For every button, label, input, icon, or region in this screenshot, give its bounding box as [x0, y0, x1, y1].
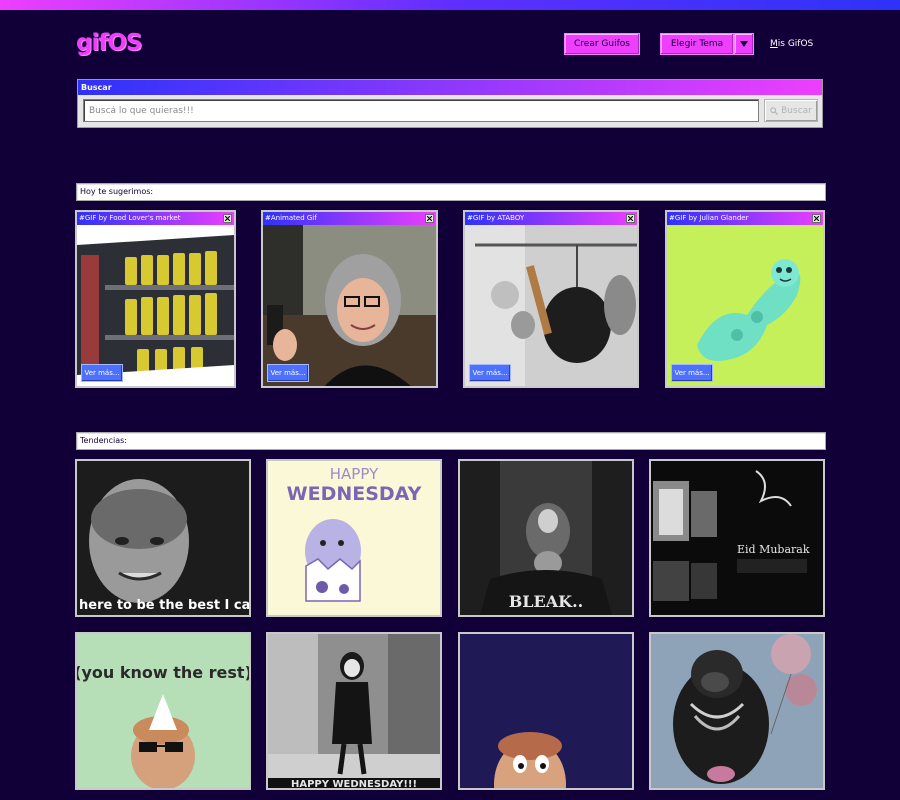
see-more-button[interactable]: Ver más... [671, 364, 713, 382]
top-gradient-bar [0, 0, 900, 10]
card-title: #GIF by Food Lover's market [77, 212, 234, 225]
suggestion-card: #GIF by ATABOY Ver más... [463, 210, 639, 388]
suggestions-title: Hoy te sugerimos: [76, 183, 826, 201]
tile-caption: here to be the best I ca [79, 598, 249, 613]
card-title-text: #GIF by ATABOY [467, 214, 525, 222]
suggestion-card: #GIF by Julian Glander Ver más... [665, 210, 825, 388]
gif-image-graphic [77, 225, 234, 386]
close-icon [427, 216, 432, 221]
trending-gif-graphic: (you know the rest) [77, 634, 249, 788]
trending-gif[interactable]: (you know the rest) [75, 632, 251, 790]
see-more-button[interactable]: Ver más... [267, 364, 309, 382]
see-more-button[interactable]: Ver más... [469, 364, 511, 382]
gif-image[interactable] [77, 225, 234, 386]
gifos-logo[interactable]: gifOS [76, 30, 142, 56]
close-icon [225, 216, 230, 221]
theme-dropdown-button[interactable] [734, 33, 754, 55]
chevron-down-icon [740, 41, 748, 47]
close-icon [814, 216, 819, 221]
trending-gif-graphic: HAPPY WEDNESDAY [268, 461, 440, 615]
close-button[interactable] [425, 214, 434, 223]
tile-caption: Eid Mubarak [737, 543, 810, 556]
suggestion-card: #GIF by Food Lover's market Ver más... [75, 210, 236, 388]
trending-gif-graphic: BLEAK.. [460, 461, 632, 615]
close-button[interactable] [626, 214, 635, 223]
gif-image[interactable] [667, 225, 823, 386]
trending-gif-graphic: here to be the best I ca [77, 461, 249, 615]
search-panel-title: Buscar [78, 80, 822, 95]
create-gifos-button[interactable]: Crear Guifos [564, 33, 640, 55]
trending-gif[interactable]: here to be the best I ca [75, 459, 251, 617]
search-button-label: Buscar [781, 105, 812, 116]
gif-image-graphic [667, 225, 823, 386]
close-icon [628, 216, 633, 221]
search-panel: Buscar Buscar [77, 79, 823, 128]
choose-theme-button[interactable]: Elegir Tema [660, 33, 734, 55]
see-more-button[interactable]: Ver más... [81, 364, 123, 382]
tile-caption: (you know the rest) [77, 663, 249, 682]
gif-image-graphic [263, 225, 436, 386]
search-icon [770, 106, 779, 115]
trending-gif-graphic: HAPPY WEDNESDAY!!! [268, 634, 440, 788]
trending-gif-graphic [460, 634, 632, 788]
search-input[interactable] [83, 99, 759, 122]
search-button[interactable]: Buscar [764, 99, 818, 122]
card-title: #GIF by Julian Glander [667, 212, 823, 225]
gif-image[interactable] [263, 225, 436, 386]
trending-title: Tendencias: [76, 432, 826, 450]
close-button[interactable] [812, 214, 821, 223]
trending-gif[interactable] [458, 632, 634, 790]
tile-caption: BLEAK.. [509, 592, 583, 611]
trending-gif-graphic [651, 634, 823, 788]
close-button[interactable] [223, 214, 232, 223]
my-gifos-link[interactable]: Mis GifOS [770, 39, 813, 49]
card-title-text: #GIF by Food Lover's market [79, 214, 181, 222]
gif-image[interactable] [465, 225, 637, 386]
trending-gif[interactable]: BLEAK.. [458, 459, 634, 617]
gif-image-graphic [465, 225, 637, 386]
trending-gif-graphic: Eid Mubarak [651, 461, 823, 615]
my-gifos-initial: M [770, 39, 778, 49]
tile-caption: HAPPY [330, 465, 379, 483]
suggestion-card: #Animated Gif Ver más... [261, 210, 438, 388]
trending-gif[interactable]: Eid Mubarak [649, 459, 825, 617]
trending-gif[interactable]: HAPPY WEDNESDAY!!! [266, 632, 442, 790]
my-gifos-label: is GifOS [777, 39, 814, 49]
card-title-text: #GIF by Julian Glander [669, 214, 749, 222]
trending-gif[interactable]: HAPPY WEDNESDAY [266, 459, 442, 617]
trending-gif[interactable] [649, 632, 825, 790]
card-title: #Animated Gif [263, 212, 436, 225]
tile-caption: WEDNESDAY [287, 483, 422, 505]
card-title: #GIF by ATABOY [465, 212, 637, 225]
tile-caption: HAPPY WEDNESDAY!!! [291, 779, 417, 788]
card-title-text: #Animated Gif [265, 214, 317, 222]
